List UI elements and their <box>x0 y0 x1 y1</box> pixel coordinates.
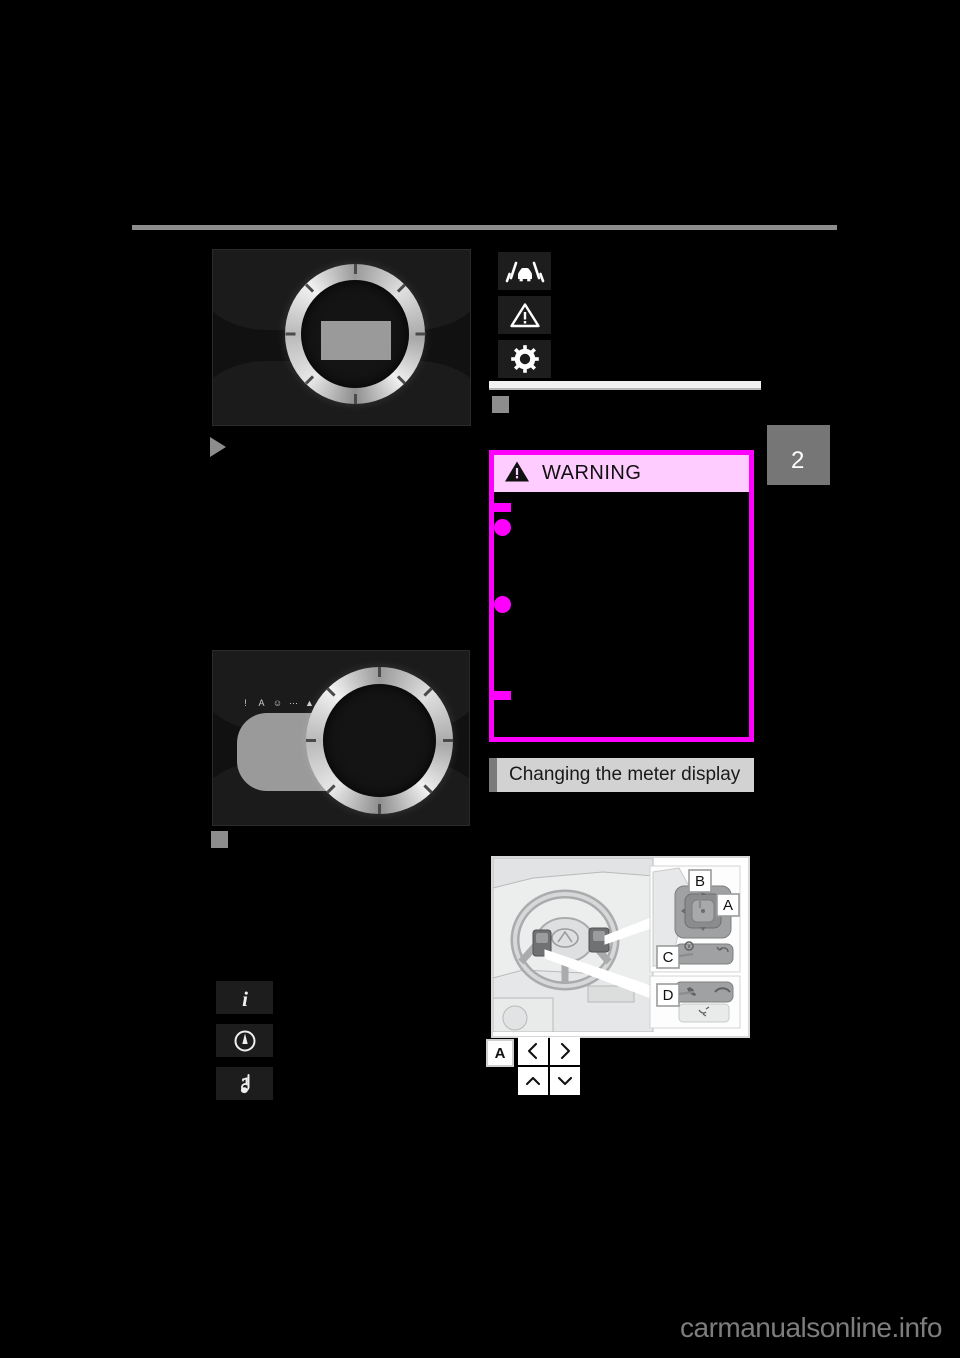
lane-departure-alert-icon <box>505 261 544 283</box>
control-legend-group: A <box>486 1037 606 1099</box>
square-bullet-marker-right <box>492 396 509 413</box>
telltale-brake-icon: ! <box>244 698 247 708</box>
svg-text:D: D <box>663 987 674 1004</box>
chapter-tab[interactable]: 2 <box>767 425 830 485</box>
gauge-icon-tile <box>216 1024 273 1057</box>
gauge-ring-2 <box>306 667 453 814</box>
information-icon-tile: i <box>216 981 273 1014</box>
information-icon: i <box>242 987 248 1010</box>
warning-marker-square-2 <box>494 691 511 700</box>
instrument-cluster-image-2: ! A ☺ ⋯ ▲ ◎ <box>212 650 470 826</box>
chevron-right-button[interactable] <box>550 1037 580 1065</box>
warning-triangle-icon <box>504 460 530 488</box>
warning-header: WARNING <box>494 455 749 492</box>
section-header-accent <box>489 758 497 792</box>
chevron-down-icon <box>557 1076 573 1086</box>
lane-departure-icon-tile <box>498 252 551 290</box>
chevron-up-icon <box>525 1076 541 1086</box>
warning-bullet-dot-1 <box>494 519 511 536</box>
site-watermark: carmanualsonline.info <box>680 1312 942 1343</box>
master-warning-triangle-icon <box>509 303 540 328</box>
steering-wheel-switch-diagram: B A C D <box>491 856 750 1038</box>
chevron-up-button[interactable] <box>518 1067 548 1095</box>
section-header-changing-meter-display: Changing the meter display <box>489 758 754 792</box>
audio-note-icon-tile <box>216 1067 273 1100</box>
svg-text:i: i <box>242 987 248 1010</box>
chevron-down-button[interactable] <box>550 1067 580 1095</box>
master-warning-icon-tile <box>498 296 551 334</box>
chevron-right-icon <box>560 1042 571 1060</box>
instrument-cluster-image-1 <box>212 249 471 426</box>
gear-settings-icon-tile <box>498 340 551 378</box>
section-header-title: Changing the meter display <box>509 764 741 785</box>
svg-text:A: A <box>723 897 733 914</box>
triangle-bullet-marker <box>210 437 226 457</box>
svg-text:C: C <box>663 949 674 966</box>
warning-marker-square-1 <box>494 503 511 512</box>
warning-title: WARNING <box>542 462 642 484</box>
manual-page: ! A ☺ ⋯ ▲ ◎ i <box>0 0 960 1358</box>
warning-callout-box: WARNING <box>489 450 754 742</box>
chevron-left-button[interactable] <box>518 1037 548 1065</box>
page-top-rule <box>132 225 837 230</box>
chapter-number: 2 <box>791 447 805 474</box>
warning-bullet-dot-2 <box>494 596 511 613</box>
gauge-lcd-1 <box>321 321 391 360</box>
square-bullet-marker-left <box>211 831 228 848</box>
telltale-abs-icon: A <box>258 698 265 708</box>
svg-text:B: B <box>695 873 705 890</box>
callout-tag-a: A <box>486 1039 514 1067</box>
music-note-icon <box>240 1073 249 1093</box>
chevron-left-icon <box>527 1042 538 1060</box>
gauge-icon <box>234 1030 255 1051</box>
telltale-vsc-icon: ⋯ <box>289 698 298 708</box>
telltale-seatbelt-icon: ☺ <box>272 698 283 708</box>
light-section-header-bar <box>489 381 761 390</box>
gear-icon <box>510 345 539 373</box>
